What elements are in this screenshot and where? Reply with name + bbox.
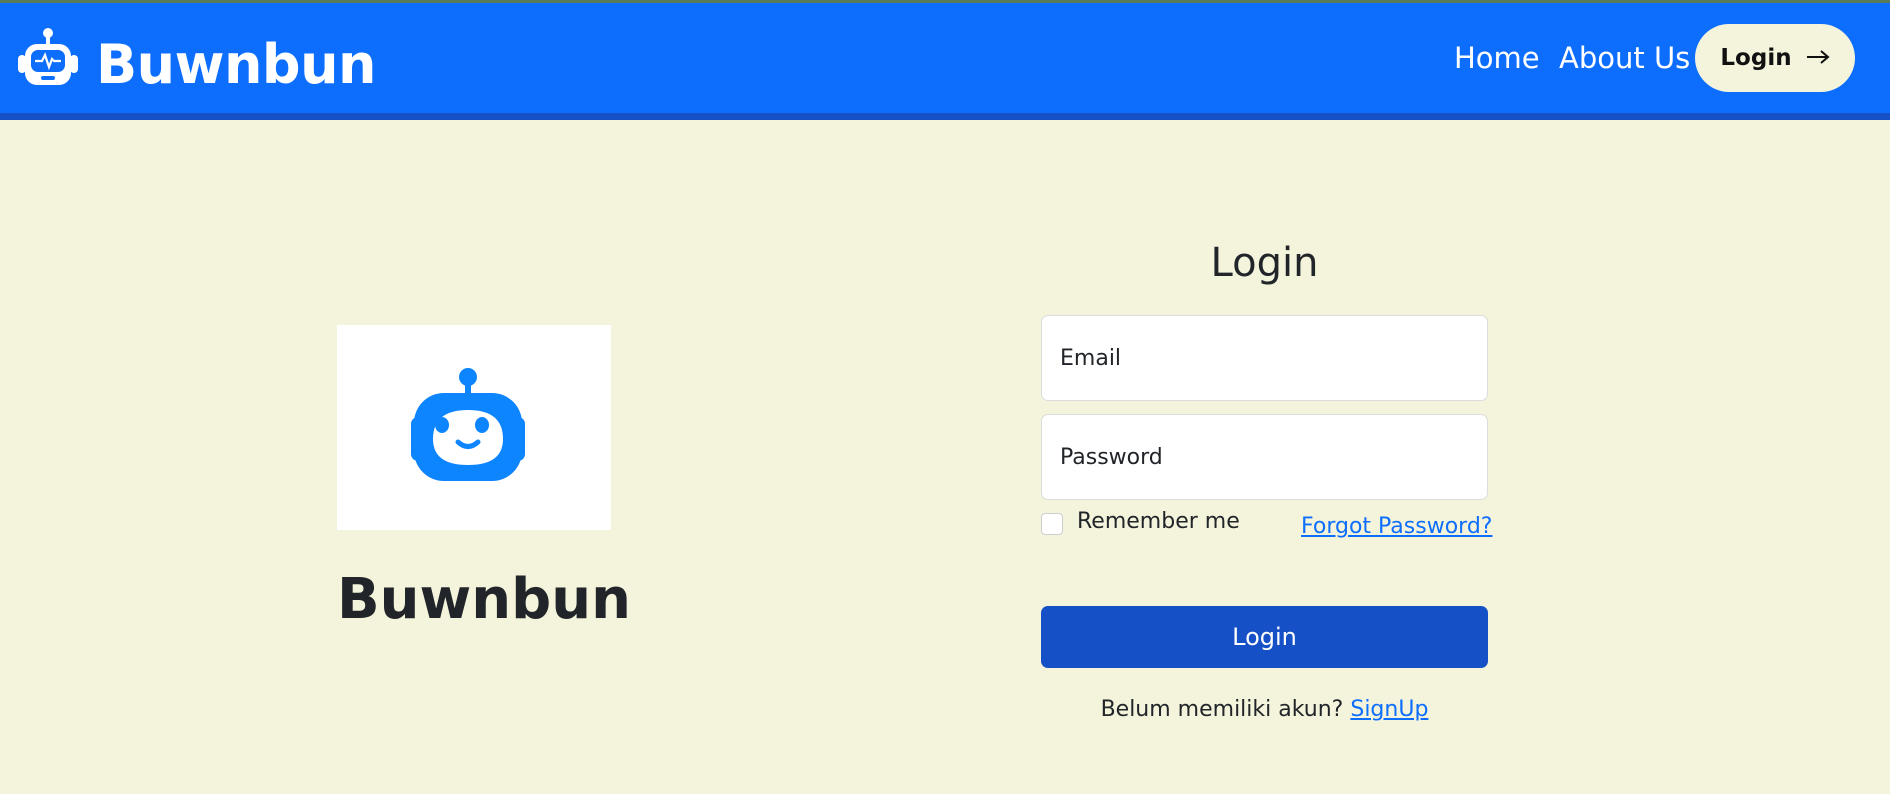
remember-me-checkbox[interactable] — [1041, 513, 1063, 535]
login-submit-button[interactable]: Login — [1041, 606, 1488, 668]
arrow-right-icon — [1806, 45, 1830, 71]
brand-logo[interactable] — [16, 27, 80, 89]
brand-name[interactable]: Buwnbun — [96, 33, 376, 96]
password-field[interactable] — [1042, 415, 1487, 499]
login-submit-label: Login — [1232, 623, 1297, 651]
nav-login-button[interactable]: Login — [1695, 24, 1855, 92]
navbar: Buwnbun Home About Us Login — [0, 3, 1890, 120]
robot-icon — [16, 27, 80, 89]
remember-me: Remember me — [1041, 509, 1240, 535]
hero-logo-card — [337, 325, 611, 530]
hero-title: Buwnbun — [337, 567, 631, 632]
nav-about-link[interactable]: About Us — [1559, 41, 1690, 75]
forgot-password-link[interactable]: Forgot Password? — [1301, 514, 1492, 539]
signup-prompt-text: Belum memiliki akun? — [1100, 697, 1344, 722]
robot-face-icon — [337, 368, 611, 534]
password-field-wrapper — [1041, 414, 1488, 500]
signup-link[interactable]: SignUp — [1350, 697, 1428, 722]
email-field-wrapper — [1041, 315, 1488, 401]
login-form-title: Login — [1210, 240, 1319, 286]
signup-prompt: Belum memiliki akun? SignUp — [1041, 697, 1488, 722]
remember-me-label[interactable]: Remember me — [1077, 509, 1240, 534]
email-field[interactable] — [1042, 316, 1487, 400]
nav-login-label: Login — [1720, 45, 1792, 71]
nav-home-link[interactable]: Home — [1454, 41, 1540, 75]
